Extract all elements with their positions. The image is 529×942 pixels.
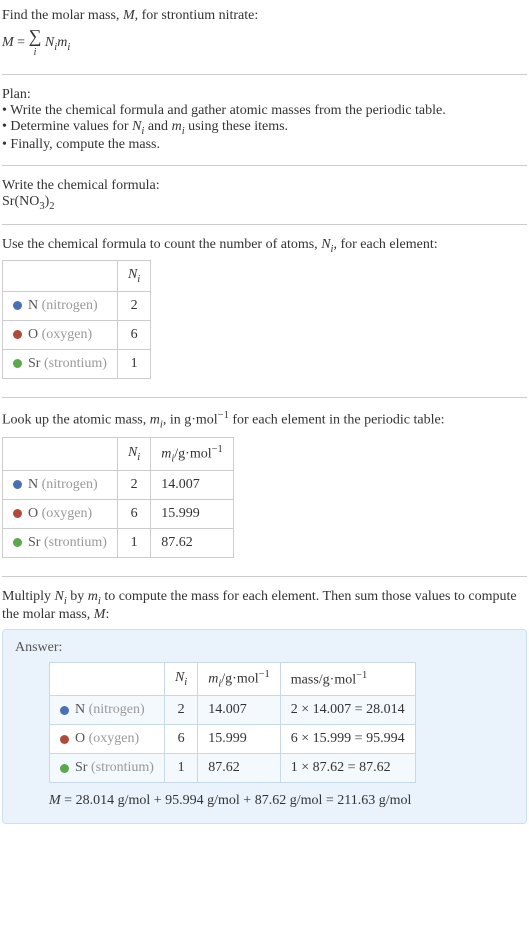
col-m: mi/g·mol−1 [198, 662, 281, 695]
element-dot-icon [60, 735, 69, 744]
atomic-mass-table: Ni mi/g·mol−1 N (nitrogen) 2 14.007 O (o… [2, 437, 234, 558]
intro-text2: , for strontium nitrate: [135, 8, 259, 23]
chemical-formula-section: Write the chemical formula: Sr(NO3)2 [2, 174, 527, 216]
divider [2, 224, 527, 225]
m-cell: 14.007 [151, 471, 234, 500]
chemformula-heading: Write the chemical formula: [2, 178, 527, 194]
divider [2, 576, 527, 577]
intro-text: Find the molar mass, [2, 8, 123, 23]
element-cell: N (nitrogen) [3, 292, 118, 321]
count-heading: Use the chemical formula to count the nu… [2, 237, 527, 255]
intro-line: Find the molar mass, M, for strontium ni… [2, 8, 527, 24]
sigma-icon: ∑i [29, 27, 42, 59]
atom-count-table: Ni N (nitrogen) 2 O (oxygen) 6 Sr (stron… [2, 260, 151, 379]
element-dot-icon [60, 764, 69, 773]
mass-cell: 2 × 14.007 = 28.014 [280, 696, 415, 725]
n-cell: 2 [117, 292, 150, 321]
m-cell: 14.007 [198, 696, 281, 725]
n-cell: 6 [117, 500, 150, 529]
table-header-row: Ni mi/g·mol−1 [3, 437, 234, 470]
masses-heading: Look up the atomic mass, mi, in g·mol−1 … [2, 410, 527, 430]
formula-rhs: Nimi [45, 35, 70, 50]
table-header-row: Ni [3, 261, 151, 292]
n-cell: 2 [117, 471, 150, 500]
element-dot-icon [13, 538, 22, 547]
element-cell: O (oxygen) [3, 321, 118, 350]
col-element [50, 662, 165, 695]
plan-item-3: • Finally, compute the mass. [2, 137, 527, 153]
col-n: Ni [117, 261, 150, 292]
element-cell: O (oxygen) [3, 500, 118, 529]
table-row: N (nitrogen) 2 [3, 292, 151, 321]
element-cell: O (oxygen) [50, 725, 165, 754]
table-row: O (oxygen) 6 15.999 [3, 500, 234, 529]
n-cell: 1 [117, 350, 150, 379]
answer-inner: Ni mi/g·mol−1 mass/g·mol−1 N (nitrogen) … [15, 662, 514, 809]
n-cell: 1 [164, 754, 197, 783]
table-row: Sr (strontium) 1 87.62 [3, 529, 234, 558]
intro-var-m: M [123, 8, 135, 23]
plan: Plan: • Write the chemical formula and g… [2, 83, 527, 157]
divider [2, 165, 527, 166]
table-row: N (nitrogen) 2 14.007 2 × 14.007 = 28.01… [50, 696, 416, 725]
n-cell: 2 [164, 696, 197, 725]
element-dot-icon [13, 301, 22, 310]
answer-label: Answer: [15, 640, 514, 656]
multiply-text: Multiply Ni by mi to compute the mass fo… [2, 589, 527, 623]
chemical-formula: Sr(NO3)2 [2, 194, 527, 212]
element-cell: N (nitrogen) [50, 696, 165, 725]
multiply-section: Multiply Ni by mi to compute the mass fo… [2, 585, 527, 828]
plan-item-2: • Determine values for Ni and mi using t… [2, 119, 527, 137]
mass-cell: 1 × 87.62 = 87.62 [280, 754, 415, 783]
m-cell: 15.999 [151, 500, 234, 529]
n-cell: 6 [117, 321, 150, 350]
formula-lhs: M [2, 35, 14, 50]
col-element [3, 437, 118, 470]
intro: Find the molar mass, M, for strontium ni… [2, 4, 527, 66]
element-cell: Sr (strontium) [3, 529, 118, 558]
divider [2, 74, 527, 75]
element-cell: Sr (strontium) [3, 350, 118, 379]
element-dot-icon [13, 480, 22, 489]
element-cell: Sr (strontium) [50, 754, 165, 783]
table-row: N (nitrogen) 2 14.007 [3, 471, 234, 500]
table-header-row: Ni mi/g·mol−1 mass/g·mol−1 [50, 662, 416, 695]
table-row: O (oxygen) 6 [3, 321, 151, 350]
molar-mass-formula: M = ∑i Nimi [2, 27, 527, 59]
answer-box: Answer: Ni mi/g·mol−1 mass/g·mol−1 N (ni… [2, 629, 527, 824]
col-n: Ni [164, 662, 197, 695]
element-dot-icon [13, 509, 22, 518]
element-dot-icon [60, 706, 69, 715]
table-row: O (oxygen) 6 15.999 6 × 15.999 = 95.994 [50, 725, 416, 754]
col-n: Ni [117, 437, 150, 470]
formula-eq: = [14, 35, 29, 50]
element-dot-icon [13, 359, 22, 368]
n-cell: 1 [117, 529, 150, 558]
answer-table: Ni mi/g·mol−1 mass/g·mol−1 N (nitrogen) … [49, 662, 416, 783]
atom-count-section: Use the chemical formula to count the nu… [2, 233, 527, 390]
m-cell: 15.999 [198, 725, 281, 754]
element-dot-icon [13, 330, 22, 339]
col-m: mi/g·mol−1 [151, 437, 234, 470]
element-cell: N (nitrogen) [3, 471, 118, 500]
table-row: Sr (strontium) 1 [3, 350, 151, 379]
plan-heading: Plan: [2, 87, 527, 103]
col-element [3, 261, 118, 292]
m-cell: 87.62 [151, 529, 234, 558]
col-mass: mass/g·mol−1 [280, 662, 415, 695]
atomic-mass-section: Look up the atomic mass, mi, in g·mol−1 … [2, 406, 527, 568]
mass-cell: 6 × 15.999 = 95.994 [280, 725, 415, 754]
plan-item-1: • Write the chemical formula and gather … [2, 103, 527, 119]
divider [2, 397, 527, 398]
n-cell: 6 [164, 725, 197, 754]
table-row: Sr (strontium) 1 87.62 1 × 87.62 = 87.62 [50, 754, 416, 783]
final-result: M = 28.014 g/mol + 95.994 g/mol + 87.62 … [49, 793, 514, 809]
m-cell: 87.62 [198, 754, 281, 783]
